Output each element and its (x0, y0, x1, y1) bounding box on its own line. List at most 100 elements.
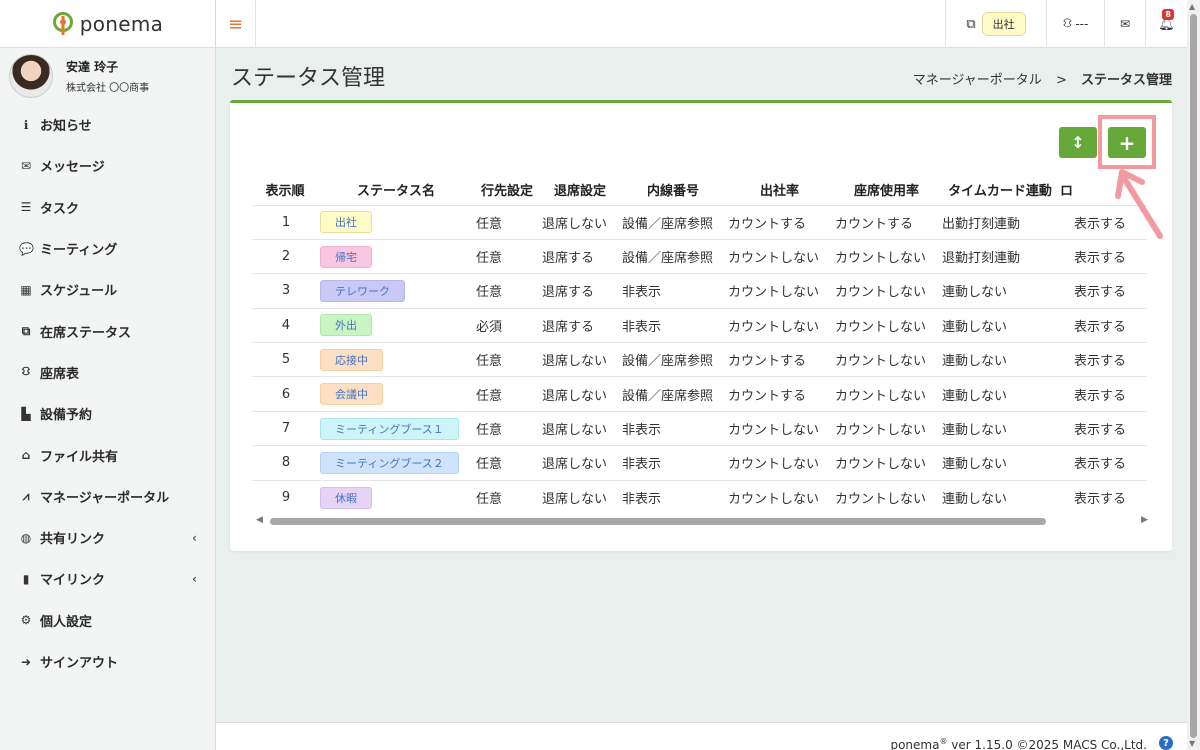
display-cell: 表示する (1060, 273, 1147, 309)
sidebar-item-signout[interactable]: ➜ サインアウト (0, 641, 215, 682)
envelope-icon: ✉ (20, 158, 32, 173)
status-name-cell: 会議中 (318, 376, 474, 412)
sidebar-item-info[interactable]: ℹ お知らせ (0, 104, 215, 145)
messages-button[interactable]: ✉ (1104, 0, 1145, 48)
seat-status-button[interactable]: ⛻ --- (1046, 0, 1104, 48)
notifications-button[interactable]: 🔔︎ 8 (1145, 0, 1187, 48)
sidebar-item-seat[interactable]: ⛻ 座席表 (0, 352, 215, 393)
page-scrollbar[interactable]: ▲ ▼ (1187, 0, 1200, 750)
table-row[interactable]: 7 ミーティングブース１ 任意 退席しない 非表示 カウントしない カウントしない 連動しない… (252, 410, 1147, 446)
display-order-cell: 1 (252, 204, 318, 240)
breadcrumb: マネージャーポータル > ステータス管理 (913, 69, 1172, 88)
column-header: 表示順 (265, 184, 305, 200)
footer-registered-mark: ® (939, 737, 948, 746)
sidebar-item-globe[interactable]: ◍ 共有リンク ‹ (0, 517, 215, 558)
attend-cell: カウントしない (726, 273, 833, 309)
sidebar-item-gear[interactable]: ⚙ 個人設定 (0, 600, 215, 641)
status-name-cell: テレワーク (318, 273, 474, 309)
display-cell: 表示する (1060, 445, 1147, 481)
seat-cell: カウントする (833, 204, 940, 240)
table-row[interactable]: 3 テレワーク 任意 退席する 非表示 カウントしない カウントしない 連動しない 表示する (252, 273, 1147, 309)
user-profile[interactable]: 安達 玲子 株式会社 〇〇商事 (0, 48, 215, 104)
attend-cell: カウントしない (726, 238, 833, 274)
ext-cell: 非表示 (620, 273, 726, 309)
sidebar-item-chat[interactable]: 💬 ミーティング (0, 228, 215, 269)
sidebar-item-label: マネージャーポータル (40, 490, 170, 506)
sidebar-item-label: 個人設定 (40, 614, 93, 630)
table-row[interactable]: 2 帰宅 任意 退席する 設備／座席参照 カウントしない カウントしない 退勤打刻連動 表示する (252, 238, 1147, 274)
ext-cell: 非表示 (620, 307, 726, 343)
status-tag[interactable]: 休暇 (320, 486, 372, 509)
status-table-container[interactable]: 表示順 ステータス名 行先設定 退席設定 内線番号 出社率 座席使用率 タイムカード連動ロ 1… (252, 175, 1147, 515)
sidebar-item-calendar[interactable]: ▦ スケジュール (0, 269, 215, 310)
sidebar-item-presence[interactable]: ⧉ 在席ステータス (0, 310, 215, 351)
status-name-cell: 応接中 (318, 342, 474, 377)
sidebar-item-label: ミーティング (40, 243, 118, 259)
ext-cell: 設備／座席参照 (620, 204, 726, 240)
status-tag[interactable]: 会議中 (320, 383, 383, 406)
signout-icon: ➜ (20, 654, 32, 669)
page-footer: ponema® ver 1.15.0 ©2025 MACS Co.,Ltd. ? (216, 722, 1187, 750)
status-tag[interactable]: ミーティングブース１ (320, 417, 459, 440)
sidebar-item-list[interactable]: ☰ タスク (0, 187, 215, 228)
status-name-cell: 出社 (318, 204, 474, 240)
add-button-highlight (1098, 115, 1156, 169)
presence-status-button[interactable]: ⧉ 出社 (945, 0, 1046, 48)
sidebar-item-chart-line[interactable]: ⩘ マネージャーポータル (0, 476, 215, 517)
seat-cell: カウントしない (833, 238, 940, 274)
leave-cell: 退席する (540, 307, 620, 343)
sidebar-item-facility[interactable]: ▙ 設備予約 (0, 393, 215, 434)
brand-logo[interactable]: ponema (0, 0, 215, 48)
dest-cell: 任意 (474, 376, 540, 412)
status-tag[interactable]: 応接中 (320, 348, 383, 371)
scrollbar-thumb[interactable] (1190, 14, 1197, 738)
chevron-left-icon: ‹ (192, 530, 197, 545)
brand-name: ponema (79, 11, 164, 36)
attend-cell: カウントする (726, 204, 833, 240)
sidebar-nav: ℹ お知らせ ✉ メッセージ ☰ タスク 💬 ミーティング ▦ スケジュール ⧉ 在席ステータス ⛻ 座席… (0, 104, 215, 682)
sidebar-item-label: 在席ステータス (40, 325, 132, 341)
scroll-up-icon[interactable]: ▲ (1189, 2, 1195, 11)
table-row[interactable]: 6 会議中 任意 退席しない 設備／座席参照 カウントする カウントしない 連動しない 表示する (252, 376, 1147, 412)
footer-product: ponema (890, 738, 940, 750)
table-row[interactable]: 5 応接中 任意 退席しない 設備／座席参照 カウントする カウントしない 連動しない 表示する (252, 342, 1147, 377)
chart-line-icon: ⩘ (22, 488, 30, 503)
table-row[interactable]: 1 出社 任意 退席しない 設備／座席参照 カウントする カウントする 出勤打刻連動 表示する (252, 204, 1147, 240)
horizontal-scrollbar-thumb[interactable] (270, 518, 1046, 525)
table-horizontal-scrollbar[interactable]: ◀ ▶ (256, 515, 1148, 527)
display-cell: 表示する (1060, 307, 1147, 343)
sidebar-item-envelope[interactable]: ✉ メッセージ (0, 145, 215, 186)
column-header: 出社率 (759, 184, 799, 200)
chat-icon: 💬 (19, 241, 34, 256)
table-row[interactable]: 4 外出 必須 退席する 非表示 カウントしない カウントしない 連動しない 表示する (252, 307, 1147, 343)
breadcrumb-link-manager-portal[interactable]: マネージャーポータル (913, 73, 1042, 88)
status-tag[interactable]: 出社 (320, 211, 372, 234)
display-cell: 表示する (1060, 238, 1147, 274)
table-row[interactable]: 9 休暇 任意 退席しない 非表示 カウントしない カウントしない 連動しない 表示する (252, 479, 1147, 515)
sidebar-item-bookmark[interactable]: ▮ マイリンク ‹ (0, 558, 215, 599)
sidebar-item-folder[interactable]: ⌂ ファイル共有 (0, 434, 215, 475)
table-row[interactable]: 8 ミーティングブース２ 任意 退席しない 非表示 カウントしない カウントしない 連動しない… (252, 445, 1147, 481)
status-tag[interactable]: ミーティングブース２ (320, 451, 459, 474)
sort-order-button[interactable]: ↕ (1059, 127, 1097, 158)
hamburger-menu-icon[interactable]: ≡ (216, 0, 256, 48)
table-body: 1 出社 任意 退席しない 設備／座席参照 カウントする カウントする 出勤打刻連動 表示する 2… (252, 204, 1147, 515)
seat-cell: カウントしない (833, 273, 940, 309)
seat-icon: ⛻ (1062, 15, 1073, 31)
status-tag[interactable]: 帰宅 (320, 245, 372, 268)
timecard-cell: 連動しない (940, 479, 1060, 515)
notification-count-badge: 8 (1162, 9, 1174, 20)
scroll-left-icon[interactable]: ◀ (256, 515, 263, 525)
status-tag[interactable]: 外出 (320, 314, 372, 337)
help-icon[interactable]: ? (1159, 736, 1173, 750)
calendar-icon: ▦ (20, 282, 32, 297)
ext-cell: 設備／座席参照 (620, 238, 726, 274)
sidebar-item-label: ファイル共有 (40, 449, 119, 465)
scroll-down-icon[interactable]: ▼ (1189, 739, 1195, 748)
status-name-cell: 帰宅 (318, 238, 474, 274)
scroll-right-icon[interactable]: ▶ (1141, 515, 1148, 525)
dest-cell: 任意 (474, 410, 540, 446)
status-tag[interactable]: テレワーク (320, 279, 405, 302)
leave-cell: 退席しない (540, 410, 620, 446)
timecard-cell: 連動しない (940, 307, 1060, 343)
